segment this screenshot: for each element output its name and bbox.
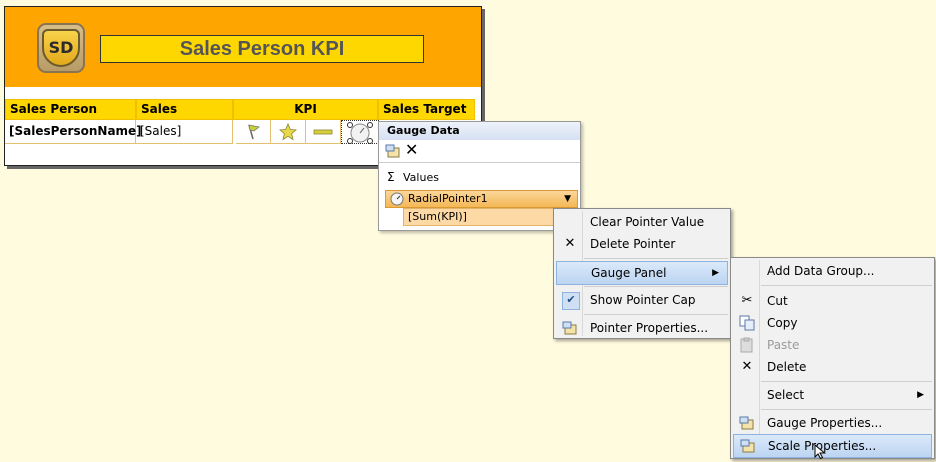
chevron-down-icon[interactable]: ▼ (564, 191, 571, 207)
submenu-arrow-icon: ▶ (712, 268, 719, 278)
menu-separator (761, 409, 932, 410)
report-banner: SD Sales Person KPI (5, 7, 481, 87)
delete-icon[interactable]: ✕ (405, 142, 421, 158)
logo: SD (37, 23, 85, 73)
menu-item-delete-pointer[interactable]: ✕ Delete Pointer (556, 233, 728, 255)
menu-item-cut[interactable]: ✂ Cut (733, 290, 932, 312)
menu-separator (584, 286, 728, 287)
menu-item-clear-pointer-value[interactable]: Clear Pointer Value (556, 211, 728, 233)
menu-separator (761, 285, 932, 286)
delete-icon: ✕ (741, 359, 753, 374)
report-title[interactable]: Sales Person KPI (100, 35, 424, 63)
submenu-arrow-icon: ▶ (917, 390, 924, 400)
header-sales-person[interactable]: Sales Person (5, 99, 136, 120)
menu-item-label: Cut (767, 294, 788, 308)
checkmark-icon: ✔ (562, 292, 580, 310)
menu-item-show-pointer-cap[interactable]: ✔ Show Pointer Cap (556, 289, 728, 311)
copy-icon (739, 315, 755, 331)
pointer-value-field[interactable]: [Sum(KPI)] (403, 208, 578, 226)
divider (379, 162, 580, 163)
cut-icon: ✂ (741, 293, 753, 308)
menu-separator (584, 314, 728, 315)
header-sales-target[interactable]: Sales Target (378, 99, 475, 120)
menu-item-delete[interactable]: ✕ Delete (733, 356, 932, 378)
values-label: Values (403, 171, 439, 184)
menu-separator (761, 381, 932, 382)
menu-item-label: Gauge Panel (591, 266, 667, 280)
paste-icon (739, 337, 755, 353)
star-icon[interactable] (271, 120, 306, 144)
menu-item-label: Delete (767, 360, 807, 374)
menu-separator (584, 258, 728, 259)
menu-item-label: Gauge Properties... (767, 416, 883, 430)
menu-item-gauge-panel[interactable]: Gauge Panel ▶ (556, 261, 728, 285)
bar-icon[interactable] (306, 120, 341, 144)
menu-item-label: Show Pointer Cap (590, 293, 696, 307)
menu-item-label: Paste (767, 338, 800, 352)
gauge-data-pane: Gauge Data ✕ Σ Values RadialPointer1 ▼ [… (378, 121, 581, 231)
properties-icon (739, 415, 755, 431)
menu-item-label: Copy (767, 316, 798, 330)
pointer-context-menu: Clear Pointer Value ✕ Delete Pointer Gau… (553, 208, 731, 339)
gauge-icon (390, 192, 404, 206)
header-kpi[interactable]: KPI (233, 99, 378, 120)
cell-sales[interactable]: [Sales] (136, 120, 233, 144)
properties-icon (562, 320, 578, 336)
pointer-label: RadialPointer1 (408, 192, 488, 205)
pointer-dropdown[interactable]: RadialPointer1 ▼ (385, 190, 578, 208)
shield-icon: SD (42, 29, 80, 67)
menu-item-select[interactable]: Select ▶ (733, 384, 932, 406)
menu-item-copy[interactable]: Copy (733, 312, 932, 334)
properties-icon[interactable] (385, 143, 401, 159)
cell-sales-person[interactable]: [SalesPersonName] (5, 120, 142, 144)
flag-icon[interactable] (236, 120, 271, 144)
menu-item-pointer-properties[interactable]: Pointer Properties... (556, 317, 728, 339)
menu-item-label: Add Data Group... (767, 264, 875, 278)
menu-item-label: Pointer Properties... (590, 321, 709, 335)
mouse-cursor-icon (814, 443, 826, 460)
sigma-icon: Σ (387, 170, 395, 184)
menu-item-label: Select (767, 388, 805, 402)
menu-item-paste[interactable]: Paste (733, 334, 932, 356)
menu-item-gauge-properties[interactable]: Gauge Properties... (733, 412, 932, 434)
menu-item-label: Clear Pointer Value (590, 215, 705, 229)
header-sales[interactable]: Sales (136, 99, 233, 120)
radial-gauge-icon[interactable] (341, 120, 379, 144)
delete-icon: ✕ (564, 236, 576, 251)
menu-item-scale-properties[interactable]: Scale Properties... (733, 434, 932, 458)
gauge-panel-submenu: Add Data Group... ✂ Cut Copy Paste ✕ Del… (730, 257, 935, 459)
menu-item-add-data-group[interactable]: Add Data Group... (733, 260, 932, 282)
menu-item-label: Delete Pointer (590, 237, 676, 251)
gauge-data-title: Gauge Data (379, 122, 580, 140)
properties-icon (740, 438, 756, 454)
